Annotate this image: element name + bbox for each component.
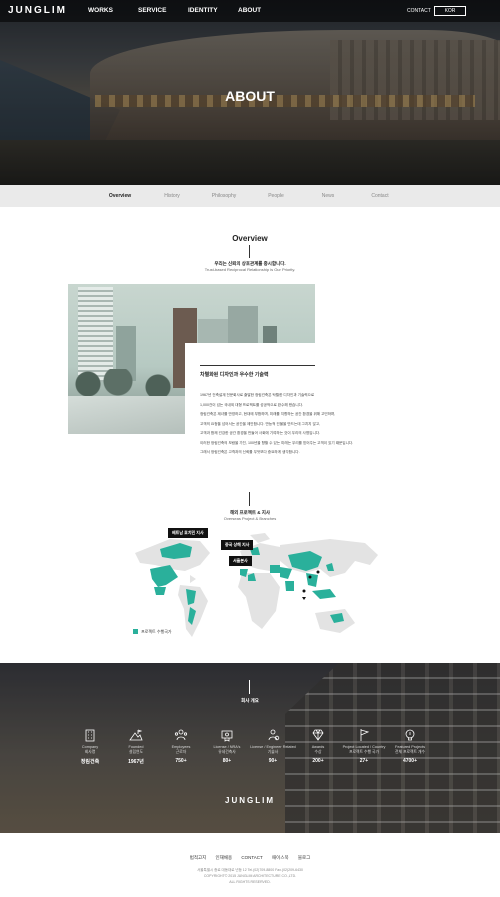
footer-address: 서울특별시 종로 대동대로 년등 12 Tel.(02)709-8800 Fax… [197,868,303,872]
sub-tabs: Overview History Philosophy People News … [0,185,500,207]
stat-label-en: Featured Projects [395,745,425,749]
stat-license-engineer: License / Engineer Related 기술사 90+ [250,728,296,764]
diamond-icon [312,729,324,741]
stats-title: 회사 개요 [241,698,259,703]
map-subtitle: Overseas Project & Branches [223,516,277,521]
footer-link-legal[interactable]: 법적고지 [190,855,207,860]
menu-about[interactable]: ABOUT [238,7,288,14]
map-label-hochiminh[interactable]: 베트남 호치민 지사 [168,528,208,538]
footer-link-blog[interactable]: 블로그 [298,855,310,860]
marker-hochiminh[interactable] [302,589,306,593]
footer-copyright: COPYRIGHT© 2015 JUNGLIM ARCHITECTURE CO.… [203,874,297,878]
stat-label-ko: 전체 프로젝트 개수 [394,750,426,754]
building-icon [85,729,95,742]
overview-paragraph-line: 고객의 요청을 넘어서는 공간을 제안합니다. 만능적 건물을 만드는데 그치지… [200,422,321,426]
marker-pointer [302,597,306,600]
map-label-seoul[interactable]: 서울본사 [229,556,252,566]
overview-paragraph-line: 고객과 함께 건강한 공간 환경을 만들어 사회에 기여하는 것이 우리의 사명… [200,431,321,435]
footer-link-careers[interactable]: 인재채용 [216,855,233,860]
marker-shanghai[interactable] [308,575,312,579]
map-legend: 프로젝트 수행국가 [133,629,172,635]
map-label-shanghai[interactable]: 중국 상해 지사 [221,540,254,550]
section-title-overview: Overview [232,234,268,243]
engineer-icon [268,729,280,741]
stat-label-en: License / NRA's [213,745,241,749]
divider [249,245,250,258]
overview-paragraph-line: 1,000건이 넘는 국내외 대형 프로젝트를 성공적으로 완수해 왔습니다. [200,403,303,407]
stat-value: 27+ [359,758,369,764]
overview-paragraph-line: 1967년 건축설계 전문회사로 출발한 정림건축은 탁월한 디자인과 기술력으… [200,393,315,397]
stat-label-en: Project Located / Country [342,745,386,749]
stat-label-en: Employees [171,745,191,749]
language-button[interactable]: KOR [434,6,466,16]
stat-label-en: Awards [311,745,325,749]
page-title: ABOUT [225,88,275,104]
menu-service[interactable]: SERVICE [138,7,188,14]
footer-link-facebook[interactable]: 패이스북 [272,855,289,860]
stat-label-ko: 프로젝트 수행 국가 [348,750,380,754]
stat-label-en: License / Engineer Related [250,745,296,749]
stat-label-ko: 회사명 [84,750,96,754]
stat-value: 정림건축 [80,759,100,765]
top-navigation: JUNGLIM WORKS SERVICE IDENTITY ABOUT CON… [0,0,500,22]
stat-company: Company 회사명 정림건축 [67,728,113,765]
contact-link[interactable]: CONTACT [407,8,431,14]
footer-link-contact[interactable]: CONTACT [241,855,262,860]
overview-paragraph-line: 이러한 정림건축의 보람을 가진, 100년을 향할 수 있는 미래는 우리를 … [200,441,354,445]
stat-awards: Awards 수상 200+ [295,728,341,764]
logo[interactable]: JUNGLIM [8,5,67,16]
footer-rights: ALL RIGHTS RESERVED. [229,880,271,884]
stat-label-en: Company [81,745,99,749]
divider [200,365,315,366]
footer-logo: JUNGLIM [225,796,275,805]
stat-countries: Project Located / Country 프로젝트 수행 국가 27+ [341,728,387,764]
overview-subtitle-en: Trust-based Reciprocal Relationship is O… [204,267,296,272]
flag-icon [360,729,370,741]
stat-label-ko: 기술사 [267,750,279,754]
stat-label-ko: 설립연도 [129,750,143,754]
people-icon [174,729,188,741]
stat-projects: Featured Projects 전체 프로젝트 개수 4700+ [387,728,433,764]
stat-license-nra: License / NRA's 유네건축사 80+ [204,728,250,764]
stat-employees: Employees 근로자 750+ [158,728,204,764]
stat-label-ko: 수상 [314,750,322,754]
marker-seoul[interactable] [316,570,320,574]
tab-history[interactable]: History [142,193,202,199]
overview-heading: 차별화된 디자인과 우수한 기술력 [200,372,269,378]
tab-people[interactable]: People [246,193,306,199]
hero-banner: ABOUT [0,0,500,185]
divider [249,680,250,694]
overview-paragraph-line: 그래서 정림건축은 고객과의 신뢰를 무엇보다 중요하게 생각합니다. [200,450,300,454]
photo-tower-1 [78,287,113,382]
footer-links: 법적고지 인재채용 CONTACT 패이스북 블로그 [0,855,500,861]
stat-value: 90+ [268,758,278,764]
main-menu: WORKS SERVICE IDENTITY ABOUT [88,7,288,14]
menu-works[interactable]: WORKS [88,7,138,14]
stat-value: 80+ [222,758,232,764]
divider [249,492,250,506]
stat-founded: Founded 설립연도 1967년 [113,728,159,765]
tab-news[interactable]: News [298,193,358,199]
stat-value: 4700+ [402,758,418,764]
certificate-icon [221,730,233,742]
mountain-flag-icon [129,729,143,741]
lightbulb-icon [405,729,415,741]
menu-identity[interactable]: IDENTITY [188,7,238,14]
stat-label-en: Founded [128,745,144,749]
tab-contact[interactable]: Contact [350,193,410,199]
legend-label: 프로젝트 수행국가 [141,629,172,634]
stat-value: 750+ [175,758,187,764]
stat-label-ko: 근로자 [175,750,187,754]
overview-paragraph-line: 정림건축은 제녀를 반영하고, 현대에 부합하며, 미래를 지향하는 공간 환경… [200,412,336,416]
tab-overview[interactable]: Overview [90,193,150,199]
stat-label-ko: 유네건축사 [218,750,236,754]
stat-value: 200+ [312,758,324,764]
legend-swatch [133,629,138,635]
stat-value: 1967년 [128,759,144,765]
tab-philosophy[interactable]: Philosophy [194,193,254,199]
